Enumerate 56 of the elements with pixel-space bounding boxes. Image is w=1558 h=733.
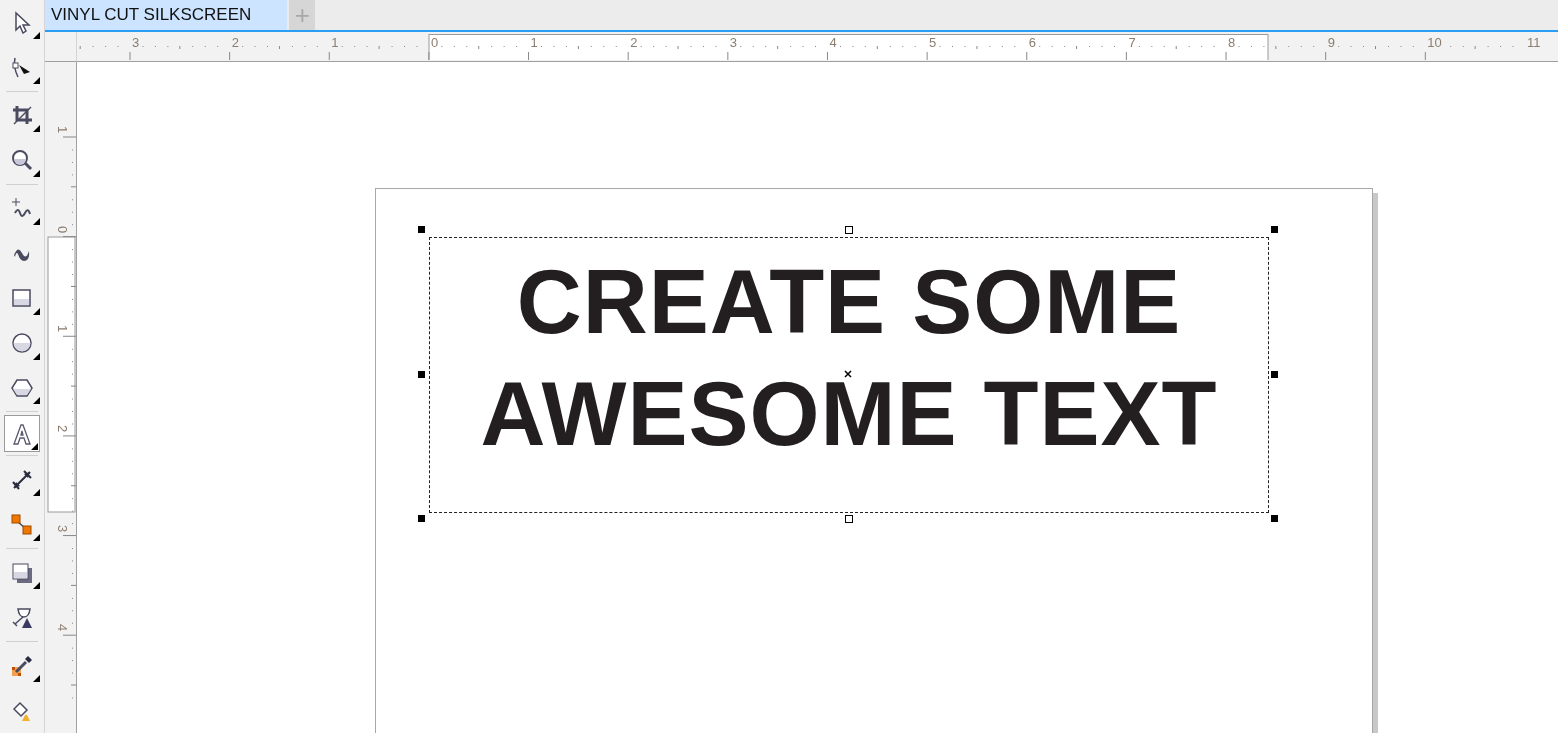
flyout-arrow-icon[interactable] [33,352,40,360]
dimension-icon [10,467,34,492]
selection-handle[interactable] [844,515,853,523]
ruler-number: 1 [530,36,538,49]
text-tool-icon [10,421,34,446]
ruler-number: 2 [231,36,239,49]
ruler-number: 7 [1128,36,1136,49]
flyout-arrow-icon[interactable] [31,443,38,451]
wine-glass-icon [10,605,34,630]
ruler-number: 1 [56,325,70,333]
artistic-text[interactable]: CREATE SOME [516,246,1182,358]
ruler-number: 3 [729,36,738,49]
ruler-number: 3 [56,524,70,532]
selection-handle[interactable] [418,226,425,233]
selection-handle[interactable] [418,515,425,522]
zoom-icon [10,148,34,173]
text-frame[interactable]: CREATE SOME AWESOME TEXT [429,237,1269,513]
flyout-arrow-icon[interactable] [33,397,40,405]
flyout-arrow-icon[interactable] [33,675,40,683]
flyout-arrow-icon[interactable] [33,534,40,542]
ruler-number: 3 [132,36,140,49]
flyout-arrow-icon[interactable] [33,582,40,590]
flyout-arrow-icon[interactable] [33,31,40,39]
selection-handle[interactable] [844,226,853,234]
ellipse-icon [10,331,34,356]
ruler-number: 0 [56,225,70,233]
center-mark-icon[interactable] [843,369,852,378]
drop-shadow-icon [10,560,34,585]
selection-handle[interactable] [418,370,425,378]
flyout-arrow-icon[interactable] [33,124,40,132]
ruler-number: 10 [1427,36,1442,49]
ruler-number: 8 [1228,36,1236,49]
flyout-arrow-icon[interactable] [33,217,40,225]
flyout-arrow-icon[interactable] [33,76,40,84]
ruler-number: 1 [56,125,70,134]
document-tab[interactable]: VINYL CUT SILKSCREEN [45,0,288,30]
ruler-number: 0 [430,36,439,49]
connector-icon [10,512,34,537]
ruler-number: 2 [56,424,70,432]
ruler-number: 6 [1028,36,1036,49]
text-tool-tool-button[interactable] [4,415,40,453]
selection-handle[interactable] [1271,226,1278,233]
selection-handle[interactable] [1271,515,1278,522]
ruler-number: 5 [929,36,937,49]
ruler-number: 4 [56,624,70,632]
flyout-arrow-icon[interactable] [33,489,40,497]
ruler-number: 2 [630,36,638,49]
flyout-arrow-icon[interactable] [33,169,40,177]
ruler-number: 1 [331,36,339,49]
selection-handle[interactable] [1271,370,1278,378]
flyout-arrow-icon[interactable] [33,307,40,315]
eyedropper-icon [10,653,34,678]
ruler-number: 11 [1526,36,1541,49]
ruler-number: 9 [1327,36,1335,49]
artistic-text[interactable]: AWESOME TEXT [480,358,1218,470]
ruler-number: 4 [829,36,837,49]
